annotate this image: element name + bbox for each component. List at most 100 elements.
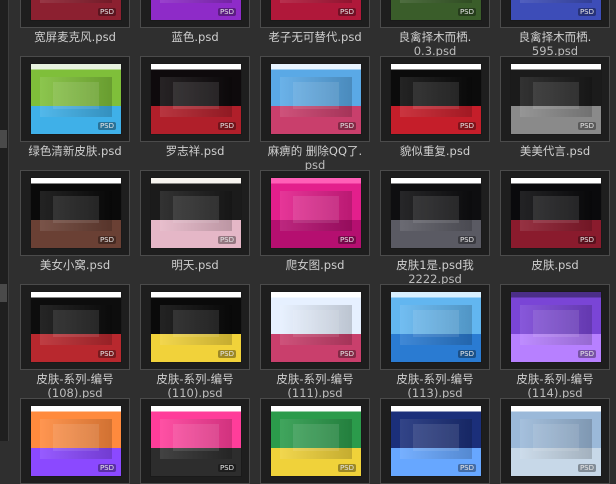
thumbnail-overlay <box>172 196 220 223</box>
thumbnail-overlay <box>532 196 580 223</box>
file-name-caption: 皮肤-系列-编号 (110).psd <box>127 372 263 400</box>
psd-thumbnail-image: PSD <box>510 63 602 135</box>
file-tile[interactable]: PSD <box>140 0 250 28</box>
thumbnail-overlay <box>172 424 220 451</box>
psd-badge: PSD <box>577 236 596 244</box>
psd-badge: PSD <box>337 236 356 244</box>
file-name-line-1: 美女小窝.psd <box>39 258 111 272</box>
psd-thumbnail-image: PSD <box>510 0 602 21</box>
thumbnail-overlay <box>52 424 100 451</box>
file-tile[interactable]: PSD <box>140 170 250 256</box>
file-name-line-1: 良禽择木而栖. <box>518 30 592 44</box>
file-name-caption: 皮肤1是.psd我 2222.psd <box>367 258 503 286</box>
file-tile[interactable]: PSD <box>260 398 370 484</box>
file-tile[interactable]: PSD <box>500 284 610 370</box>
thumbnail-overlay <box>292 424 340 451</box>
file-name-caption: 老子无可替代.psd <box>247 30 383 44</box>
psd-badge: PSD <box>217 236 236 244</box>
file-name-caption: 良禽择木而栖. 595.psd <box>487 30 616 58</box>
psd-thumbnail-image: PSD <box>150 405 242 477</box>
file-name-caption: 宽屏麦克风.psd <box>7 30 143 44</box>
psd-badge: PSD <box>577 464 596 472</box>
file-tile[interactable]: PSD <box>260 0 370 28</box>
file-tile[interactable]: PSD <box>500 56 610 142</box>
thumbnail-overlay <box>532 424 580 451</box>
file-name-line-1: 麻痹的 删除QQ了. <box>267 144 363 158</box>
file-tile[interactable]: PSD <box>260 170 370 256</box>
psd-thumbnail-image: PSD <box>270 177 362 249</box>
file-name-line-1: 爬女图.psd <box>285 258 345 272</box>
psd-thumbnail-image: PSD <box>390 63 482 135</box>
file-name-line-1: 皮肤-系列-编号 <box>276 372 354 386</box>
file-name-line-1: 绿色清新皮肤.psd <box>28 144 122 158</box>
file-tile[interactable]: PSD <box>380 284 490 370</box>
psd-thumbnail-image: PSD <box>390 291 482 363</box>
thumbnail-overlay <box>52 82 100 109</box>
psd-badge: PSD <box>457 8 476 16</box>
psd-badge: PSD <box>97 122 116 130</box>
thumbnail-overlay <box>172 82 220 109</box>
psd-thumbnail-image: PSD <box>390 177 482 249</box>
psd-thumbnail-image: PSD <box>30 291 122 363</box>
file-tile[interactable]: PSD <box>140 284 250 370</box>
file-tile[interactable]: PSD <box>260 284 370 370</box>
psd-badge: PSD <box>457 236 476 244</box>
file-tile[interactable]: PSD <box>380 0 490 28</box>
psd-badge: PSD <box>97 464 116 472</box>
file-name-line-1: 貌似重复.psd <box>399 144 471 158</box>
thumbnail-overlay <box>412 310 460 337</box>
file-tile[interactable]: PSD <box>20 56 130 142</box>
psd-thumbnail-image: PSD <box>510 405 602 477</box>
thumbnail-overlay <box>292 196 340 223</box>
psd-thumbnail-image: PSD <box>390 0 482 21</box>
psd-thumbnail-image: PSD <box>270 0 362 21</box>
file-tile[interactable]: PSD <box>500 398 610 484</box>
file-tile[interactable]: PSD <box>500 0 610 28</box>
file-name-line-1: 罗志祥.psd <box>165 144 225 158</box>
thumbnail-overlay <box>292 82 340 109</box>
file-tile[interactable]: PSD <box>380 56 490 142</box>
file-name-line-1: 明天.psd <box>171 258 219 272</box>
file-tile[interactable]: PSD <box>500 170 610 256</box>
file-name-line-1: 良禽择木而栖. <box>398 30 472 44</box>
psd-thumbnail-image: PSD <box>30 63 122 135</box>
file-tile[interactable]: PSD <box>140 56 250 142</box>
file-name-caption: 绿色清新皮肤.psd <box>7 144 143 158</box>
psd-badge: PSD <box>97 8 116 16</box>
file-name-line-1: 皮肤.psd <box>531 258 579 272</box>
psd-thumbnail-image: PSD <box>510 177 602 249</box>
file-tile[interactable]: PSD <box>140 398 250 484</box>
psd-badge: PSD <box>457 122 476 130</box>
file-tile[interactable]: PSD <box>20 284 130 370</box>
file-name-caption: 美美代言.psd <box>487 144 616 158</box>
file-name-caption: 皮肤-系列-编号 (113).psd <box>367 372 503 400</box>
psd-thumbnail-image: PSD <box>150 177 242 249</box>
psd-badge: PSD <box>337 122 356 130</box>
thumbnail-overlay <box>532 82 580 109</box>
psd-badge: PSD <box>217 122 236 130</box>
file-tile[interactable]: PSD <box>20 398 130 484</box>
file-name-caption: 麻痹的 删除QQ了. psd <box>247 144 383 172</box>
file-name-caption: 明天.psd <box>127 258 263 272</box>
file-tile[interactable]: PSD <box>380 170 490 256</box>
thumbnail-overlay <box>400 0 472 4</box>
file-name-caption: 皮肤.psd <box>487 258 616 272</box>
psd-badge: PSD <box>457 350 476 358</box>
thumbnail-overlay <box>412 424 460 451</box>
psd-badge: PSD <box>97 350 116 358</box>
file-name-line-1: 皮肤-系列-编号 <box>36 372 114 386</box>
psd-thumbnail-image: PSD <box>270 63 362 135</box>
file-name-caption: 皮肤-系列-编号 (108).psd <box>7 372 143 400</box>
file-tile[interactable]: PSD <box>20 170 130 256</box>
file-name-caption: 罗志祥.psd <box>127 144 263 158</box>
psd-thumbnail-image: PSD <box>30 0 122 21</box>
file-tile[interactable]: PSD <box>20 0 130 28</box>
thumbnail-overlay <box>160 0 232 4</box>
thumbnail-overlay <box>172 310 220 337</box>
psd-badge: PSD <box>217 8 236 16</box>
file-tile[interactable]: PSD <box>380 398 490 484</box>
file-name-caption: 蓝色.psd <box>127 30 263 44</box>
thumbnail-overlay <box>52 196 100 223</box>
thumbnail-overlay <box>532 310 580 337</box>
file-tile[interactable]: PSD <box>260 56 370 142</box>
